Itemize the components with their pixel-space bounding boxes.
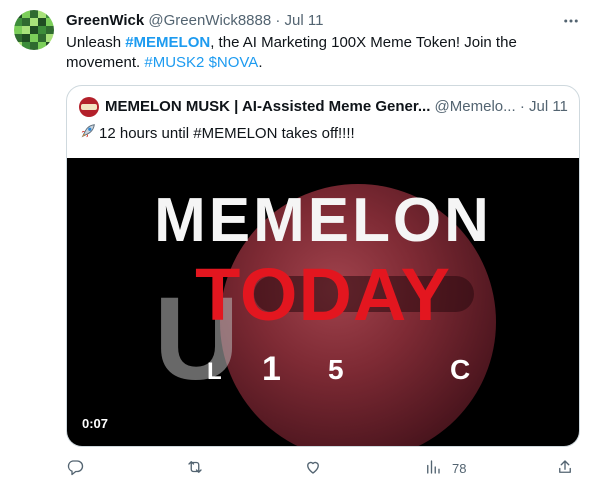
reply-icon — [66, 458, 84, 479]
quote-avatar[interactable] — [79, 97, 99, 117]
hashtag-memelon[interactable]: #MEMELON — [125, 34, 210, 51]
more-icon[interactable] — [562, 12, 580, 30]
video-letter-1: L — [207, 358, 222, 385]
video-letter-2: 1 — [262, 350, 281, 388]
quote-separator-dot: · — [519, 98, 525, 115]
quote-time[interactable]: Jul 11 — [529, 98, 568, 115]
hashtag-musk2[interactable]: #MUSK2 — [144, 54, 204, 71]
video-player[interactable]: U MEMELON TODAY L 1 5 C 0:07 — [67, 158, 579, 446]
text-suffix: . — [258, 54, 263, 71]
quote-author-name[interactable]: MEMELON MUSK | AI-Assisted Meme Gener... — [105, 98, 430, 115]
separator-dot: · — [275, 12, 281, 29]
video-subheadline: TODAY — [195, 253, 451, 336]
avatar[interactable] — [14, 10, 54, 50]
author-name[interactable]: GreenWick — [66, 12, 144, 29]
text-prefix: Unleash — [66, 34, 126, 51]
rocket-icon — [79, 122, 97, 146]
like-button[interactable] — [304, 458, 322, 478]
action-bar: 78 — [0, 454, 594, 482]
quote-author-handle[interactable]: @Memelo... — [435, 98, 516, 115]
retweet-button[interactable] — [186, 458, 204, 478]
tweet-header: GreenWick @GreenWick8888 · Jul 11 — [66, 11, 323, 31]
video-letter-4: C — [450, 354, 471, 385]
share-button[interactable] — [556, 458, 574, 478]
views-count: 78 — [452, 460, 467, 476]
video-duration: 0:07 — [82, 416, 109, 431]
quoted-tweet[interactable]: MEMELON MUSK | AI-Assisted Meme Gener...… — [66, 85, 580, 447]
tweet[interactable]: GreenWick @GreenWick8888 · Jul 11 Unleas… — [0, 0, 594, 487]
video-headline: MEMELON — [154, 186, 492, 255]
author-handle[interactable]: @GreenWick8888 — [148, 12, 271, 29]
views-button[interactable]: 78 — [424, 458, 466, 478]
reply-button[interactable] — [66, 458, 84, 478]
share-icon — [556, 458, 574, 479]
views-icon — [424, 458, 442, 479]
quote-header: MEMELON MUSK | AI-Assisted Meme Gener...… — [105, 97, 568, 117]
tweet-time[interactable]: Jul 11 — [285, 12, 324, 29]
quote-text: 12 hours until #MEMELON takes off!!!! — [99, 125, 355, 142]
like-icon — [304, 458, 322, 479]
retweet-icon — [186, 458, 204, 479]
quote-text-row: 12 hours until #MEMELON takes off!!!! — [79, 122, 355, 146]
cashtag-nova[interactable]: $NOVA — [209, 54, 259, 71]
tweet-text: Unleash #MEMELON, the AI Marketing 100X … — [66, 33, 566, 73]
video-letter-3: 5 — [328, 354, 344, 385]
